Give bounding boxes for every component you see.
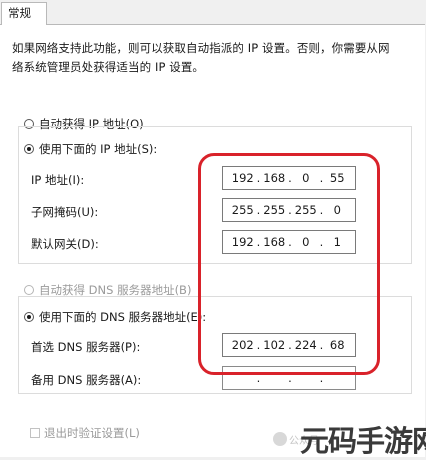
ip-dot: . xyxy=(288,171,292,185)
ip-dot: . xyxy=(319,371,324,385)
ip-dot: . xyxy=(256,203,261,217)
ip-octet-1[interactable]: 192 xyxy=(231,171,255,185)
preferred-dns-label: 首选 DNS 服务器(P): xyxy=(31,340,141,354)
preferred-dns-field[interactable]: 202. 102. 224. 68 xyxy=(222,333,356,357)
alternate-dns-label: 备用 DNS 服务器(A): xyxy=(31,373,142,387)
ip-address-field[interactable]: 192. 168. 0. 55 xyxy=(222,166,356,190)
radio-manual-dns[interactable]: 使用下面的 DNS 服务器地址(E): xyxy=(24,309,210,325)
default-gateway-field[interactable]: 192. 168. 0. 1 xyxy=(222,230,356,254)
radio-manual-ip-label: 使用下面的 IP 地址(S): xyxy=(39,142,158,156)
default-gateway-label: 默认网关(D): xyxy=(31,237,99,251)
mask-octet-2[interactable]: 255 xyxy=(263,203,287,217)
validate-checkbox-label: 退出时验证设置(L) xyxy=(44,426,140,440)
ip-octet-4[interactable]: 55 xyxy=(326,171,350,185)
ip-octet-2[interactable]: 168 xyxy=(263,171,287,185)
radio-manual-dns-label: 使用下面的 DNS 服务器地址(E): xyxy=(39,310,207,324)
pdns-octet-4[interactable]: 68 xyxy=(326,338,350,352)
validate-settings-checkbox[interactable]: 退出时验证设置(L) xyxy=(30,425,140,441)
description-line-2: 络系统管理员处获得适当的 IP 设置。 xyxy=(12,60,205,74)
description-line-1: 如果网络支持此功能，则可以获取自动指派的 IP 设置。否则，你需要从网 xyxy=(12,41,390,55)
ip-dot: . xyxy=(256,171,261,185)
watermark-text: 元码手游网 xyxy=(300,424,426,458)
tab-general[interactable]: 常规 xyxy=(1,2,47,25)
alternate-dns-field[interactable]: . . . xyxy=(222,366,356,390)
subnet-mask-field[interactable]: 255. 255. 255. 0 xyxy=(222,198,356,222)
ip-address-label: IP 地址(I): xyxy=(31,173,85,187)
ip-dot: . xyxy=(319,203,324,217)
mask-octet-1[interactable]: 255 xyxy=(231,203,255,217)
radio-manual-dns-indicator[interactable] xyxy=(24,312,34,322)
description-text: 如果网络支持此功能，则可以获取自动指派的 IP 设置。否则，你需要从网 络系统管… xyxy=(12,39,417,77)
ip-octet-3[interactable]: 0 xyxy=(294,171,318,185)
ip-dot: . xyxy=(288,235,292,249)
radio-auto-dns-indicator[interactable] xyxy=(24,285,34,295)
mask-octet-4[interactable]: 0 xyxy=(326,203,350,217)
ip-dot: . xyxy=(256,371,261,385)
validate-checkbox-box[interactable] xyxy=(30,428,40,438)
ip-dot: . xyxy=(319,171,324,185)
gateway-octet-1[interactable]: 192 xyxy=(231,235,255,249)
ip-dot: . xyxy=(319,338,324,352)
ip-dot: . xyxy=(256,338,261,352)
pdns-octet-3[interactable]: 224 xyxy=(294,338,318,352)
tab-bar: 常规 xyxy=(0,0,426,25)
gateway-octet-4[interactable]: 1 xyxy=(326,235,350,249)
ip-dot: . xyxy=(288,203,292,217)
wechat-icon xyxy=(273,432,287,446)
mask-octet-3[interactable]: 255 xyxy=(294,203,318,217)
pdns-octet-1[interactable]: 202 xyxy=(231,338,255,352)
radio-manual-ip-indicator[interactable] xyxy=(24,144,34,154)
pdns-octet-2[interactable]: 102 xyxy=(263,338,287,352)
ip-dot: . xyxy=(288,338,292,352)
radio-manual-ip[interactable]: 使用下面的 IP 地址(S): xyxy=(24,141,161,157)
ip-dot: . xyxy=(256,235,261,249)
ip-dot: . xyxy=(288,371,292,385)
subnet-mask-label: 子网掩码(U): xyxy=(31,205,99,219)
gateway-octet-3[interactable]: 0 xyxy=(294,235,318,249)
gateway-octet-2[interactable]: 168 xyxy=(263,235,287,249)
ip-dot: . xyxy=(319,235,324,249)
